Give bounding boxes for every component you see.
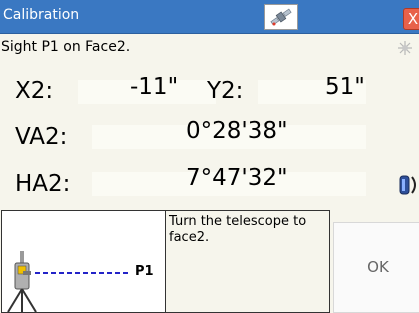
y2-value: 51" — [325, 74, 365, 100]
sun-icon — [397, 40, 413, 60]
instruction-text: Sight P1 on Face2. — [1, 39, 131, 55]
close-button[interactable]: X — [403, 8, 419, 30]
x2-label: X2: — [15, 78, 54, 104]
title-bar: Calibration X — [0, 0, 419, 34]
window-title: Calibration — [3, 7, 80, 23]
message-text: Turn the telescope to face2. — [169, 214, 307, 245]
ha2-value: 7°47'32" — [186, 165, 288, 191]
va2-label: VA2: — [15, 124, 68, 150]
satellite-icon[interactable] — [264, 4, 298, 30]
sighting-diagram: P1 — [1, 210, 166, 313]
va2-value: 0°28'38" — [186, 118, 288, 144]
total-station-icon — [7, 251, 37, 312]
target-label: P1 — [135, 264, 154, 279]
battery-icon — [399, 173, 419, 201]
y2-label: Y2: — [207, 78, 244, 104]
ha2-label: HA2: — [15, 171, 71, 197]
ok-button[interactable]: OK — [333, 222, 419, 313]
message-panel: Turn the telescope to face2. — [166, 210, 330, 313]
x2-value: -11" — [130, 74, 179, 100]
